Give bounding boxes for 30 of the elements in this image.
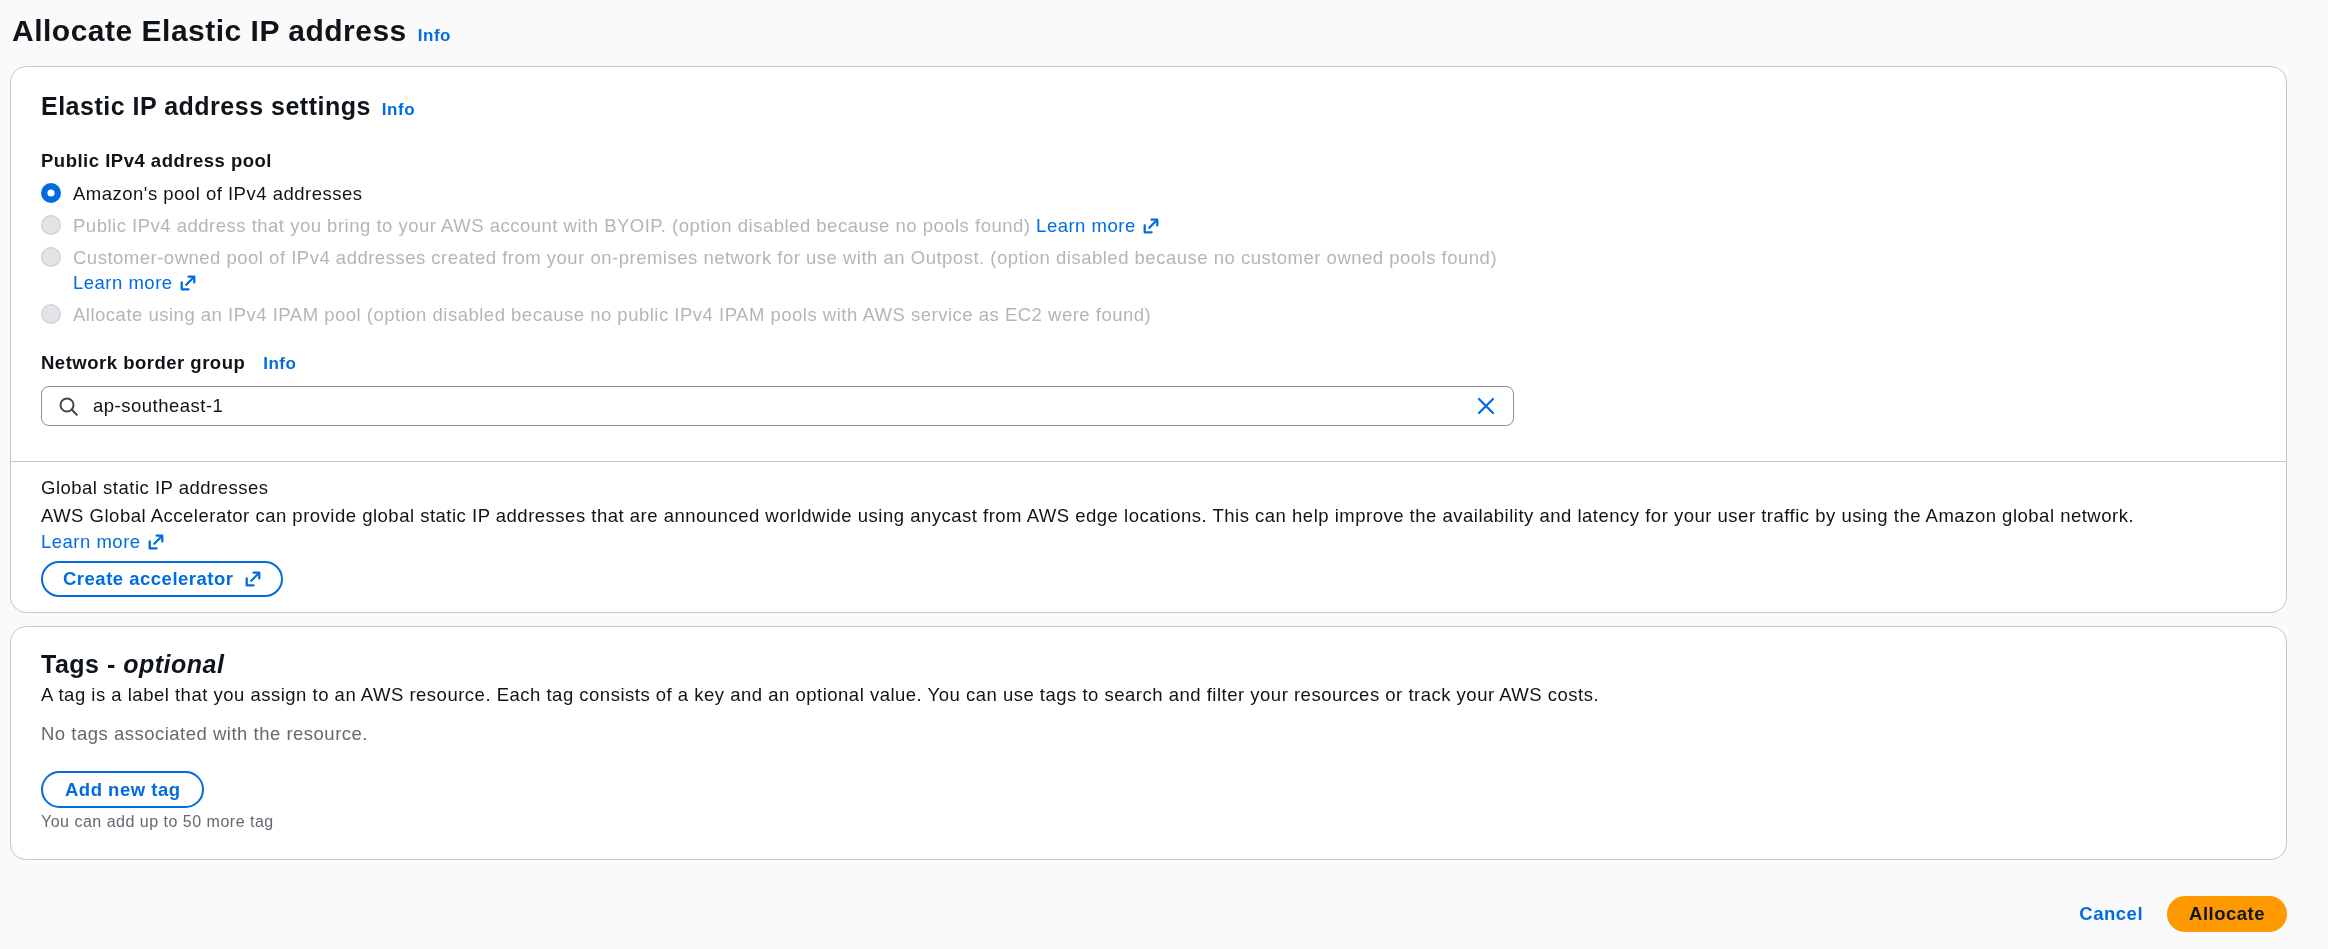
section-title: Elastic IP address settings — [41, 91, 371, 121]
learn-more-link[interactable]: Learn more — [41, 531, 164, 552]
info-link[interactable]: Info — [381, 97, 415, 123]
radio-label: Customer-owned pool of IPv4 addresses created from your on-premises network for use with an Outpost. (option disabled because no customer owned pools found) Learn more — [73, 245, 1499, 295]
empty-state-text: No tags associated with the resource. — [41, 722, 369, 746]
external-link-icon — [245, 571, 262, 587]
allocate-button[interactable]: Allocate — [2167, 896, 2287, 932]
external-link-icon — [147, 534, 164, 550]
radio-label: Public IPv4 address that you bring to your AWS account with BYOIP. (option disabled because no pools found) Learn more — [73, 212, 1159, 238]
radio-button[interactable] — [41, 183, 61, 203]
radio-label: Allocate using an IPv4 IPAM pool (option disabled because no public IPv4 IPAM pools with AWS service as EC2 were found) — [73, 302, 1152, 327]
cancel-button[interactable]: Cancel — [2079, 896, 2144, 932]
clear-icon[interactable] — [1477, 397, 1495, 415]
external-link-icon — [179, 274, 196, 291]
external-link-icon — [1142, 217, 1159, 234]
section-heading: Global static IP addresses — [41, 476, 270, 500]
add-tag-button[interactable]: Add new tag — [41, 771, 205, 808]
field-label: Network border group — [41, 350, 246, 375]
search-field[interactable]: ap-southeast-1 — [41, 386, 1514, 426]
search-icon — [59, 397, 78, 416]
description-text: A tag is a label that you assign to an AWS resource. Each tag consists of a key and an optional value. You can use tags to search and filter your resources or track your AWS costs. — [41, 683, 1601, 707]
radio-label: Amazon's pool of IPv4 addresses — [73, 181, 363, 206]
info-link[interactable]: Info — [263, 350, 297, 376]
field-label: Public IPv4 address pool — [41, 148, 273, 173]
info-link[interactable]: Info — [417, 23, 451, 49]
create-accelerator-button[interactable]: Create accelerator — [41, 561, 284, 597]
hint-text: You can add up to 50 more tag — [41, 812, 275, 832]
description-text: AWS Global Accelerator can provide global static IP addresses that are announced worldwide using anycast from AWS edge locations. This can help improve the availability and latency for your user traffic by using the Amazon global network. Learn more — [41, 504, 2136, 554]
page-title: Allocate Elastic IP address — [11, 13, 407, 49]
section-title: Tags - optional — [41, 649, 226, 679]
